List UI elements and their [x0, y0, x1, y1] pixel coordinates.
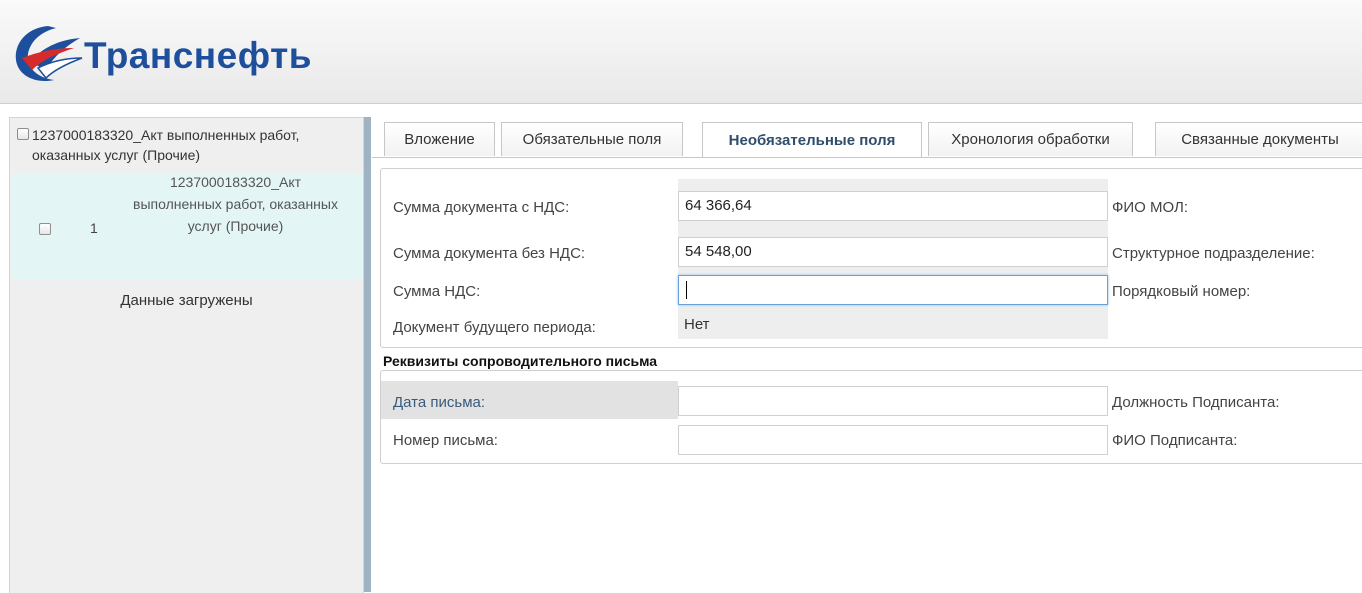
mol-name-label: ФИО МОЛ:: [1112, 199, 1189, 216]
cover-letter-group: Дата письма: Номер письма: Должность Под…: [380, 370, 1362, 464]
vat-sum-label: Сумма НДС:: [393, 283, 481, 300]
serial-number-label: Порядковый номер:: [1112, 283, 1251, 300]
sum-with-vat-label: Сумма документа с НДС:: [393, 199, 570, 216]
document-group-header[interactable]: 1237000183320_Акт выполненных работ, ока…: [15, 125, 345, 165]
document-row[interactable]: 1 1237000183320_Акт выполненных работ, о…: [11, 173, 363, 280]
document-group-label: 1237000183320_Акт выполненных работ, ока…: [32, 127, 300, 163]
optional-fields-group: Сумма документа с НДС: 64 366,64 Сумма д…: [380, 168, 1362, 348]
cover-letter-section-title: Реквизиты сопроводительного письма: [383, 353, 658, 369]
document-row-number: 1: [90, 220, 98, 236]
document-row-name: 1237000183320_Акт выполненных работ, ока…: [133, 174, 338, 234]
sum-without-vat-label: Сумма документа без НДС:: [393, 245, 586, 262]
tab-attachment[interactable]: Вложение: [384, 122, 495, 156]
future-period-value: Нет: [684, 316, 710, 333]
letter-number-input[interactable]: [678, 425, 1108, 455]
status-text: Данные загружены: [120, 292, 253, 309]
tab-optional-fields[interactable]: Необязательные поля: [702, 122, 922, 158]
document-row-checkbox[interactable]: [39, 223, 51, 235]
document-tree-panel: 1237000183320_Акт выполненных работ, ока…: [9, 117, 364, 593]
letter-number-label: Номер письма:: [393, 432, 498, 449]
text-caret: [686, 281, 687, 300]
letter-date-label: Дата письма:: [393, 394, 486, 411]
tab-divider: [372, 157, 1362, 158]
letter-date-input[interactable]: [678, 386, 1108, 416]
vat-sum-input[interactable]: [678, 275, 1108, 305]
signer-position-label: Должность Подписанта:: [1112, 394, 1280, 411]
logo-swoosh-icon: [15, 26, 83, 82]
document-group-checkbox[interactable]: [17, 128, 29, 140]
panel-splitter[interactable]: [364, 117, 371, 592]
future-period-label: Документ будущего периода:: [393, 319, 596, 336]
signer-name-label: ФИО Подписанта:: [1112, 432, 1238, 449]
company-logo: Транснефть: [8, 18, 312, 88]
logo-text: Транснефть: [84, 35, 312, 76]
tab-processing-history[interactable]: Хронология обработки: [928, 122, 1133, 156]
tab-required-fields[interactable]: Обязательные поля: [501, 122, 683, 156]
structural-unit-label: Структурное подразделение:: [1112, 245, 1315, 262]
tab-related-documents[interactable]: Связанные документы: [1155, 122, 1362, 156]
app-header: Транснефть: [0, 0, 1362, 104]
sum-with-vat-input[interactable]: 64 366,64: [678, 191, 1108, 221]
sum-without-vat-input[interactable]: 54 548,00: [678, 237, 1108, 267]
